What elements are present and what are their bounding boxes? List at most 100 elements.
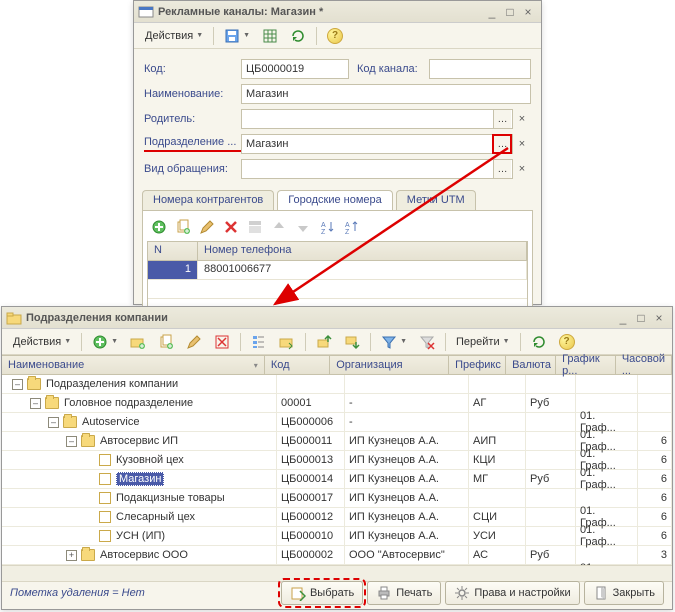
- move-up-button[interactable]: [269, 217, 289, 237]
- titlebar[interactable]: Подразделения компании _ □ ×: [2, 307, 672, 329]
- hierarchy-button[interactable]: [246, 331, 272, 353]
- finish-edit-button[interactable]: [245, 217, 265, 237]
- tree-row[interactable]: Кузовной цехЦБ000013ИП Кузнецов А.А.КЦИ0…: [2, 451, 672, 470]
- edit-button[interactable]: [181, 331, 207, 353]
- code-field[interactable]: [241, 59, 349, 79]
- help-button[interactable]: ?: [322, 25, 348, 47]
- tabs: Номера контрагентов Городские номера Мет…: [134, 190, 541, 210]
- name-input[interactable]: [246, 88, 526, 100]
- tab-utm[interactable]: Метки UTM: [396, 190, 476, 210]
- refresh-icon: [531, 334, 547, 350]
- rights-button[interactable]: Права и настройки: [445, 581, 579, 605]
- tree-row[interactable]: УСН (ИП)ЦБ000010ИП Кузнецов А.А.УСИ01. Г…: [2, 527, 672, 546]
- sort-asc-button[interactable]: AZ: [317, 217, 337, 237]
- division-input[interactable]: [246, 138, 508, 150]
- move-down-button[interactable]: [293, 217, 313, 237]
- division-picker-button[interactable]: …: [493, 135, 511, 153]
- cell-hour: [638, 375, 672, 393]
- sort-desc-button[interactable]: AZ: [341, 217, 361, 237]
- col-currency[interactable]: Валюта: [506, 356, 556, 374]
- col-schedule[interactable]: График р...: [556, 356, 616, 374]
- help-button[interactable]: ?: [554, 331, 580, 353]
- close-button[interactable]: ×: [519, 4, 537, 20]
- expand-button[interactable]: +: [66, 550, 77, 561]
- col-phone[interactable]: Номер телефона: [198, 242, 527, 260]
- add-row-button[interactable]: [149, 217, 169, 237]
- filter-button[interactable]: ▼: [376, 331, 412, 353]
- grid-row[interactable]: 1 88001006677: [148, 261, 527, 280]
- col-name[interactable]: Наименование▾: [2, 356, 265, 374]
- collapse-button[interactable]: –: [48, 417, 59, 428]
- division-clear-button[interactable]: ×: [513, 134, 531, 154]
- parent-picker-button[interactable]: …: [493, 110, 511, 128]
- tab-panel: AZ AZ N Номер телефона 1 88001006677: [142, 210, 533, 320]
- titlebar[interactable]: Рекламные каналы: Магазин * _ □ ×: [134, 1, 541, 23]
- add-button[interactable]: ▼: [87, 331, 123, 353]
- minimize-button[interactable]: _: [483, 4, 501, 20]
- level-up-button[interactable]: [311, 331, 337, 353]
- collapse-button[interactable]: –: [12, 379, 23, 390]
- parent-input[interactable]: [246, 113, 508, 125]
- svg-text:A: A: [321, 222, 326, 229]
- tree-row[interactable]: МагазинЦБ000014ИП Кузнецов А.А.МГРуб01. …: [2, 470, 672, 489]
- clear-filter-button[interactable]: [414, 331, 440, 353]
- scrollbar-area[interactable]: [2, 565, 672, 581]
- filter-status: Пометка удаления = Нет: [10, 587, 145, 599]
- cell-org: -: [345, 394, 469, 412]
- close-button[interactable]: ×: [650, 310, 668, 326]
- move-to-group-button[interactable]: [274, 331, 300, 353]
- tab-contragent-numbers[interactable]: Номера контрагентов: [142, 190, 274, 210]
- goto-menu[interactable]: Перейти ▼: [451, 331, 515, 353]
- edit-row-button[interactable]: [197, 217, 217, 237]
- cell-code: 00001: [277, 394, 345, 412]
- copy-button[interactable]: [153, 331, 179, 353]
- tree-row[interactable]: –Головное подразделение00001-АГРуб: [2, 394, 672, 413]
- print-button[interactable]: Печать: [367, 581, 441, 605]
- appeal-field[interactable]: …: [241, 159, 513, 179]
- tree-row[interactable]: +Автосервис ОООЦБ000002ООО "Автосервис"А…: [2, 546, 672, 565]
- col-n[interactable]: N: [148, 242, 198, 260]
- col-prefix[interactable]: Префикс: [449, 356, 506, 374]
- save-button[interactable]: ▼: [219, 25, 255, 47]
- cell-name: Кузовной цех: [2, 451, 277, 469]
- tree-row[interactable]: Подакцизные товарыЦБ000017ИП Кузнецов А.…: [2, 489, 672, 508]
- tree-body[interactable]: –Подразделения компании–Головное подразд…: [2, 375, 672, 565]
- refresh-button[interactable]: [526, 331, 552, 353]
- actions-menu[interactable]: Действия ▼: [8, 331, 76, 353]
- parent-field[interactable]: …: [241, 109, 513, 129]
- tree-row[interactable]: –Подразделения компании: [2, 375, 672, 394]
- maximize-button[interactable]: □: [501, 4, 519, 20]
- maximize-button[interactable]: □: [632, 310, 650, 326]
- sort-asc-icon: AZ: [319, 219, 335, 235]
- collapse-button[interactable]: –: [30, 398, 41, 409]
- tab-city-numbers[interactable]: Городские номера: [277, 190, 393, 210]
- channel-code-input[interactable]: [434, 63, 526, 75]
- mark-delete-button[interactable]: [209, 331, 235, 353]
- actions-menu[interactable]: Действия ▼: [140, 25, 208, 47]
- tree-row[interactable]: –Автосервис ИПЦБ000011ИП Кузнецов А.А.АИ…: [2, 432, 672, 451]
- appeal-picker-button[interactable]: …: [493, 160, 511, 178]
- col-code[interactable]: Код: [265, 356, 330, 374]
- division-field[interactable]: …: [241, 134, 513, 154]
- add-folder-button[interactable]: [125, 331, 151, 353]
- tree-row[interactable]: Слесарный цехЦБ000012ИП Кузнецов А.А.СЦИ…: [2, 508, 672, 527]
- appeal-clear-button[interactable]: ×: [513, 159, 531, 179]
- appeal-input[interactable]: [246, 163, 508, 175]
- level-down-button[interactable]: [339, 331, 365, 353]
- minimize-button[interactable]: _: [614, 310, 632, 326]
- code-input[interactable]: [246, 63, 344, 75]
- copy-row-button[interactable]: [173, 217, 193, 237]
- col-org[interactable]: Организация: [330, 356, 449, 374]
- tree-row[interactable]: –AutoserviceЦБ000006-01. Граф...: [2, 413, 672, 432]
- delete-row-button[interactable]: [221, 217, 241, 237]
- parent-clear-button[interactable]: ×: [513, 109, 531, 129]
- collapse-button[interactable]: –: [66, 436, 77, 447]
- name-field[interactable]: [241, 84, 531, 104]
- channel-code-field[interactable]: [429, 59, 531, 79]
- select-button[interactable]: Выбрать: [281, 581, 363, 605]
- grid-action-button[interactable]: [257, 25, 283, 47]
- refresh-icon: [290, 28, 306, 44]
- refresh-button[interactable]: [285, 25, 311, 47]
- col-hour[interactable]: Часовой ...: [616, 356, 672, 374]
- close-footer-button[interactable]: Закрыть: [584, 581, 664, 605]
